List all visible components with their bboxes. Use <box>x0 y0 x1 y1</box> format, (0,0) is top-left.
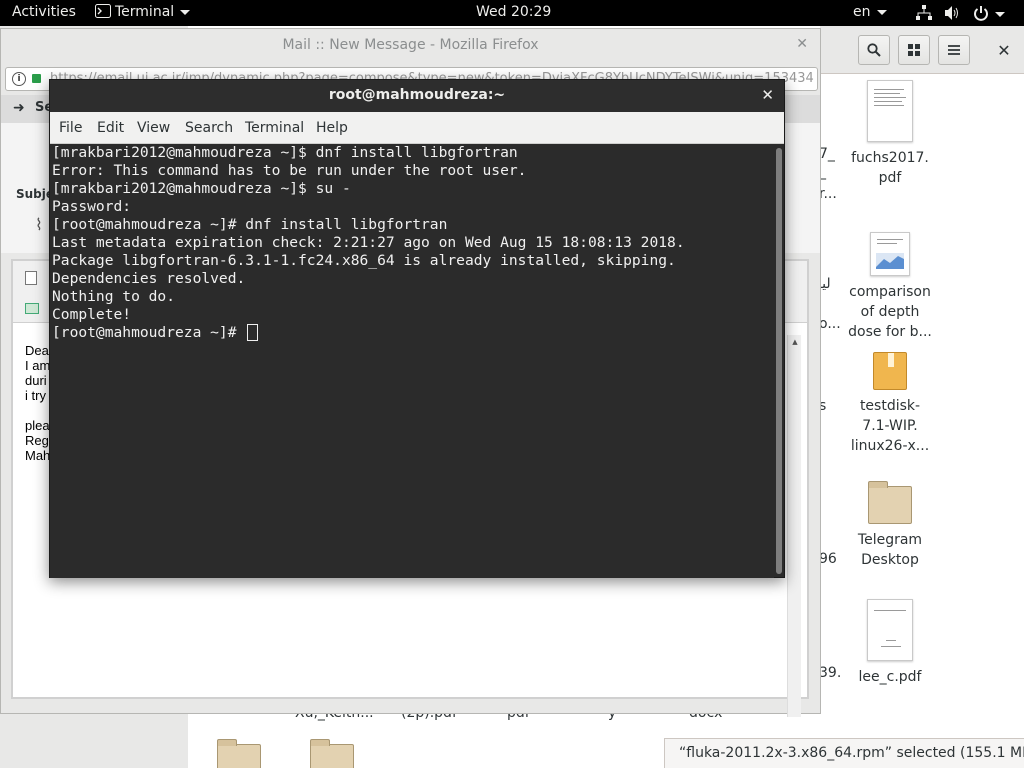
terminal-line: [root@mahmoudreza ~]# dnf install libgfo… <box>52 216 448 233</box>
terminal-menubar: File Edit View Search Terminal Help <box>50 112 784 144</box>
terminal-screen[interactable]: [mrakbari2012@mahmoudreza ~]$ dnf instal… <box>50 144 774 578</box>
menu-search[interactable]: Search <box>185 120 233 136</box>
terminal-window[interactable]: root@mahmoudreza:~ ✕ File Edit View Sear… <box>49 79 785 578</box>
menu-file[interactable]: File <box>59 120 82 136</box>
activities-button[interactable]: Activities <box>12 4 76 20</box>
folder-icon[interactable] <box>310 739 354 768</box>
hamburger-icon <box>948 45 960 55</box>
file-item[interactable]: fuchs2017. pdf <box>844 80 936 188</box>
terminal-line: [mrakbari2012@mahmoudreza ~]$ su - <box>52 180 351 197</box>
folder-icon <box>868 481 912 524</box>
pdf-document-icon <box>867 599 913 661</box>
app-menu-label: Terminal <box>115 4 175 20</box>
close-icon: ✕ <box>997 40 1011 60</box>
editor-scrollbar[interactable]: ▲ <box>787 335 801 717</box>
text-cursor <box>247 324 259 341</box>
chevron-down-icon <box>180 9 191 15</box>
terminal-line: Last metadata expiration check: 2:21:27 … <box>52 234 685 251</box>
menu-terminal[interactable]: Terminal <box>245 120 304 136</box>
firefox-close-button[interactable]: ✕ <box>796 36 808 52</box>
info-icon[interactable]: i <box>12 72 26 86</box>
menu-view[interactable]: View <box>137 120 170 136</box>
file-label-fragment: o... <box>819 316 841 332</box>
file-label-fragment: 96 <box>819 551 837 567</box>
body-line: plea <box>25 418 50 433</box>
menu-help[interactable]: Help <box>316 120 348 136</box>
image-icon[interactable] <box>25 303 39 314</box>
grid-icon <box>908 44 920 56</box>
terminal-scrollbar[interactable] <box>776 148 782 574</box>
file-label-fragment: 7_ <box>819 146 835 162</box>
body-line: Mah <box>25 448 51 463</box>
terminal-line: Complete! <box>52 306 132 323</box>
terminal-close-button[interactable]: ✕ <box>761 86 774 104</box>
folder-icon[interactable] <box>217 739 261 768</box>
terminal-line: [mrakbari2012@mahmoudreza ~]$ dnf instal… <box>52 144 518 161</box>
scrollbar-thumb[interactable] <box>776 148 782 574</box>
file-item[interactable]: comparison of depth dose for b... <box>844 232 936 342</box>
view-grid-button[interactable] <box>898 35 930 65</box>
clock[interactable]: Wed 20:29 <box>476 4 551 20</box>
file-item[interactable]: lee_c.pdf <box>844 599 936 687</box>
language-menu[interactable]: en <box>853 4 887 20</box>
scroll-up-icon[interactable]: ▲ <box>790 337 800 347</box>
file-label: lee_c.pdf <box>858 669 922 685</box>
volume-icon[interactable] <box>944 5 960 25</box>
terminal-app-icon <box>95 4 111 18</box>
power-menu[interactable] <box>973 5 1005 25</box>
package-icon <box>873 352 907 390</box>
terminal-line: Password: <box>52 198 132 215</box>
terminal-line: Nothing to do. <box>52 288 176 305</box>
attachment-icon[interactable]: ⌇ <box>35 215 43 234</box>
selection-status: “fluka-2011.2x-3.x86_64.rpm” selected (1… <box>664 738 1024 768</box>
file-label-fragment: r... <box>819 186 837 202</box>
close-icon: ✕ <box>761 86 774 104</box>
body-line: Dea <box>25 343 49 358</box>
file-label: Telegram Desktop <box>857 532 923 568</box>
message-body[interactable]: Dea I am duri i try plea Reg Mah <box>25 343 50 463</box>
body-line: I am <box>25 358 51 373</box>
search-icon <box>867 43 881 57</box>
file-label-fragment: 39. <box>819 665 842 681</box>
terminal-line: Error: This command has to be run under … <box>52 162 527 179</box>
menu-edit[interactable]: Edit <box>97 120 124 136</box>
body-line: duri <box>25 373 47 388</box>
terminal-prompt: [root@mahmoudreza ~]# <box>52 324 246 341</box>
file-label: testdisk- 7.1-WIP. linux26-x... <box>850 398 930 454</box>
chevron-down-icon <box>876 9 887 15</box>
language-label: en <box>853 4 871 20</box>
file-manager-header: ✕ <box>820 26 1024 74</box>
close-icon: ✕ <box>796 36 808 52</box>
body-line <box>25 403 50 418</box>
network-icon[interactable] <box>916 5 932 25</box>
body-line: i try <box>25 388 46 403</box>
document-icon[interactable] <box>25 271 37 285</box>
firefox-titlebar[interactable]: Mail :: New Message - Mozilla Firefox ✕ <box>1 29 820 63</box>
file-item[interactable]: testdisk- 7.1-WIP. linux26-x... <box>844 352 936 456</box>
search-button[interactable] <box>858 35 890 65</box>
file-manager-close-button[interactable]: ✕ <box>992 38 1016 62</box>
file-label: fuchs2017. pdf <box>851 150 929 186</box>
chevron-down-icon <box>995 12 1005 17</box>
send-arrow-icon: ➜ <box>13 100 25 116</box>
terminal-prompt-line[interactable]: [root@mahmoudreza ~]# <box>52 324 774 342</box>
pdf-document-icon <box>867 80 913 142</box>
body-line: Reg <box>25 433 49 448</box>
terminal-line: Dependencies resolved. <box>52 270 246 287</box>
terminal-titlebar[interactable]: root@mahmoudreza:~ ✕ <box>50 80 784 112</box>
app-menu-button[interactable]: Terminal <box>95 4 191 20</box>
menu-button[interactable] <box>938 35 970 65</box>
terminal-window-title: root@mahmoudreza:~ <box>328 87 506 103</box>
top-bar: Activities Terminal Wed 20:29 en <box>0 0 1024 26</box>
power-icon <box>974 6 988 21</box>
spreadsheet-document-icon <box>870 232 910 276</box>
lock-icon <box>32 74 41 83</box>
file-label: comparison of depth dose for b... <box>848 284 932 340</box>
file-item[interactable]: Telegram Desktop <box>844 481 936 570</box>
terminal-line: Package libgfortran-6.3.1-1.fc24.x86_64 … <box>52 252 676 269</box>
firefox-window-title: Mail :: New Message - Mozilla Firefox <box>282 37 539 53</box>
